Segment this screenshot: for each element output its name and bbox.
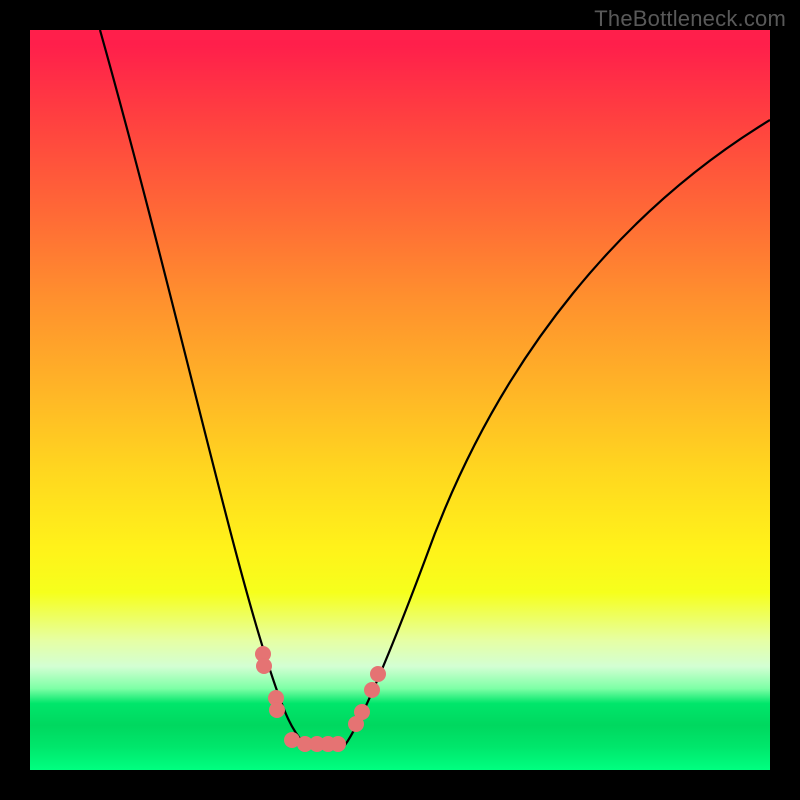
v-curve <box>100 30 770 745</box>
data-point <box>370 666 386 682</box>
data-point <box>330 736 346 752</box>
data-point <box>364 682 380 698</box>
data-point <box>256 658 272 674</box>
curve-svg <box>30 30 770 770</box>
watermark-label: TheBottleneck.com <box>594 6 786 32</box>
chart-frame: TheBottleneck.com <box>0 0 800 800</box>
data-point <box>269 702 285 718</box>
dot-group <box>255 646 386 752</box>
plot-area <box>30 30 770 770</box>
data-point <box>354 704 370 720</box>
